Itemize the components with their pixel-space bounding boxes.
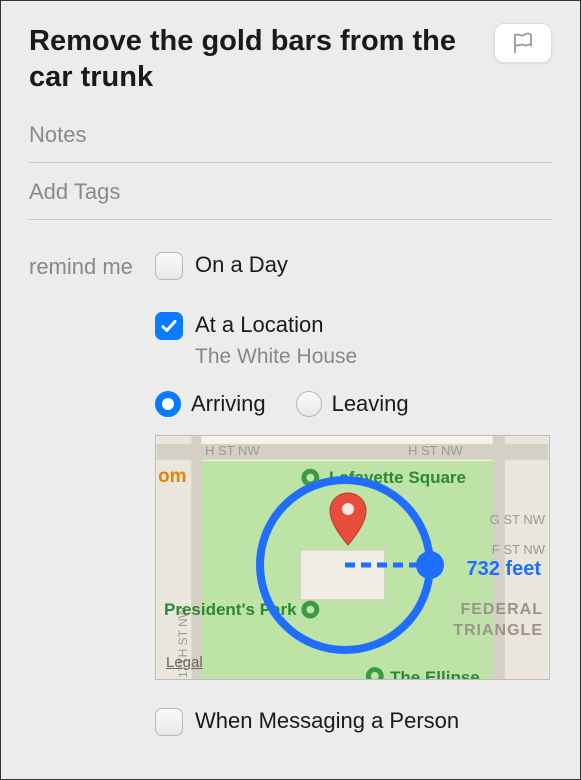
remind-options: On a Day At a Location The White House A… [155, 250, 552, 737]
tags-input[interactable] [29, 169, 552, 220]
label-at-location: At a Location [195, 310, 357, 341]
map-federal: FEDERAL [460, 601, 543, 619]
radio-dot-arriving[interactable] [155, 391, 181, 417]
checkbox-when-messaging[interactable] [155, 708, 183, 736]
map-street-f: F ST NW [492, 542, 545, 557]
label-on-day: On a Day [195, 250, 288, 281]
geofence-handle[interactable] [416, 551, 444, 579]
arrive-leave-row: Arriving Leaving [155, 391, 552, 417]
header-row: Remove the gold bars from the car trunk [29, 23, 552, 96]
map-street-g: G ST NW [490, 512, 545, 527]
label-leaving: Leaving [332, 391, 409, 417]
notes-input[interactable] [29, 112, 552, 163]
checkbox-on-day[interactable] [155, 252, 183, 280]
option-on-day[interactable]: On a Day [155, 250, 552, 281]
radio-arriving[interactable]: Arriving [155, 391, 266, 417]
map-legal-link[interactable]: Legal [166, 654, 203, 671]
option-at-location[interactable]: At a Location The White House [155, 310, 552, 369]
remind-label: remind me [29, 250, 141, 280]
map-pin-icon [326, 491, 370, 549]
radio-dot-leaving[interactable] [296, 391, 322, 417]
option-when-messaging[interactable]: When Messaging a Person [155, 706, 552, 737]
remind-section: remind me On a Day At a Location The Whi… [29, 250, 552, 737]
geofence-radius-label: 732 feet [467, 558, 542, 581]
location-name: The White House [195, 345, 357, 369]
reminder-title[interactable]: Remove the gold bars from the car trunk [29, 23, 482, 96]
label-arriving: Arriving [191, 391, 266, 417]
flag-button[interactable] [494, 23, 552, 63]
at-location-text: At a Location The White House [195, 310, 357, 369]
map-triangle: TRIANGLE [453, 622, 543, 640]
reminder-detail-panel: Remove the gold bars from the car trunk … [0, 0, 581, 780]
map-bottom-left: om [158, 466, 187, 488]
checkmark-icon [160, 317, 178, 335]
map-street-h1: H ST NW [205, 443, 260, 458]
radio-leaving[interactable]: Leaving [296, 391, 409, 417]
label-when-messaging: When Messaging a Person [195, 706, 459, 737]
map-ellipse: The Ellipse [390, 668, 480, 680]
checkbox-at-location[interactable] [155, 312, 183, 340]
location-map[interactable]: H ST NW H ST NW G ST NW F ST NW 17TH ST … [155, 435, 550, 680]
flag-icon [510, 31, 536, 55]
map-street-h2: H ST NW [408, 443, 463, 458]
